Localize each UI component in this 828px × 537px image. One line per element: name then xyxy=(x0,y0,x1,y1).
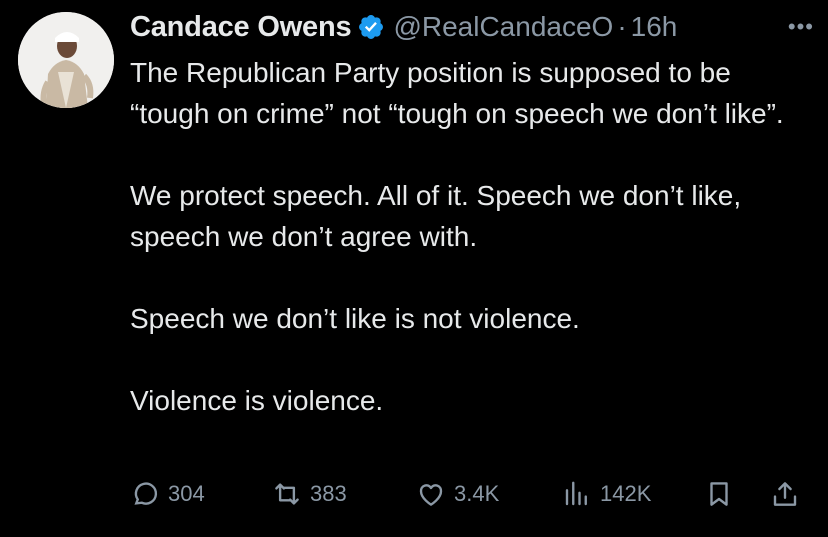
author-name[interactable]: Candace Owens xyxy=(130,11,352,44)
repost-count: 383 xyxy=(310,481,347,506)
share-icon xyxy=(773,482,797,506)
reply-icon xyxy=(134,482,158,505)
views-count: 142K xyxy=(600,481,652,506)
tweet-paragraph: The Republican Party position is suppose… xyxy=(130,57,784,129)
tweet-paragraph: Violence is violence. xyxy=(130,385,384,416)
tweet-paragraph: Speech we don’t like is not violence. xyxy=(130,303,580,334)
views-icon xyxy=(565,481,587,506)
bookmark-button[interactable] xyxy=(704,476,742,512)
like-icon xyxy=(419,484,443,506)
repost-icon xyxy=(275,483,299,505)
reply-count: 304 xyxy=(168,481,205,506)
share-button[interactable] xyxy=(770,476,808,512)
timestamp[interactable]: 16h xyxy=(631,11,678,43)
like-button[interactable]: 3.4K xyxy=(416,476,499,512)
avatar[interactable] xyxy=(18,12,114,108)
repost-button[interactable]: 383 xyxy=(272,476,347,512)
avatar-image xyxy=(18,12,114,108)
author-handle[interactable]: @RealCandaceO xyxy=(393,11,613,43)
tweet-text: The Republican Party position is suppose… xyxy=(130,52,810,421)
tweet-paragraph: We protect speech. All of it. Speech we … xyxy=(130,180,742,252)
more-icon[interactable]: ••• xyxy=(788,9,814,45)
tweet-header: Candace Owens @RealCandaceO · 16h ••• xyxy=(130,9,814,45)
views-button[interactable]: 142K xyxy=(562,476,651,512)
like-count: 3.4K xyxy=(454,481,500,506)
separator-dot: · xyxy=(617,11,627,42)
action-bar: 304 383 3.4K 142K xyxy=(130,476,810,512)
reply-button[interactable]: 304 xyxy=(130,476,205,512)
verified-badge-icon xyxy=(357,13,385,41)
bookmark-icon xyxy=(710,482,728,506)
